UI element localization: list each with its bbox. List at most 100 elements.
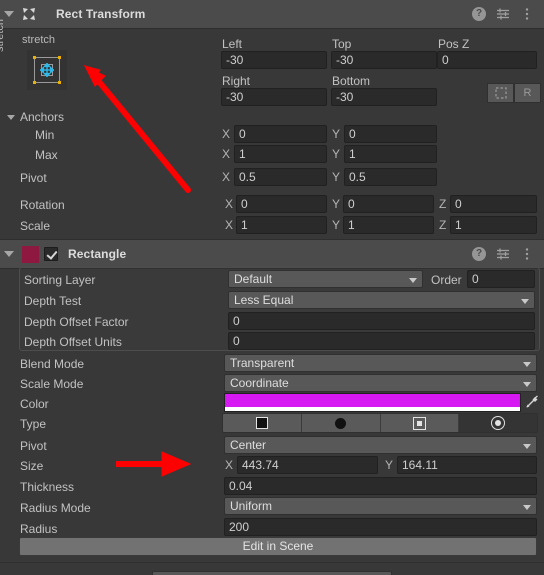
chevron-down-icon [7, 114, 15, 120]
top-label: Top [332, 37, 352, 51]
kebab-menu-icon[interactable] [520, 247, 534, 261]
pivot-x-input[interactable]: 0.5 [234, 168, 327, 186]
anchor-max-y-axis-label: Y [332, 147, 341, 161]
eyedropper-icon[interactable] [524, 394, 540, 410]
scale-y-axis-label: Y [332, 218, 341, 232]
preset-icon[interactable] [496, 7, 510, 21]
anchor-preset-vertical-label: stretch [0, 18, 6, 52]
anchor-min-x-input[interactable]: 0 [234, 125, 327, 143]
anchor-max-label: Max [35, 148, 58, 162]
depth-test-dropdown[interactable]: Less Equal [228, 291, 535, 309]
rectangle-component-icon [22, 245, 39, 263]
pivot-x-axis-label: X [222, 170, 231, 184]
type-option-circle-ring[interactable] [459, 414, 537, 432]
edit-in-scene-button[interactable]: Edit in Scene [19, 537, 537, 556]
color-swatch [225, 394, 520, 407]
bottom-input[interactable]: -30 [331, 88, 437, 106]
rotation-label: Rotation [20, 198, 65, 212]
anchor-corner-handle [33, 56, 36, 59]
size-y-input[interactable]: 164.11 [397, 456, 537, 474]
rect-transform-icon [20, 5, 38, 23]
blend-mode-dropdown[interactable]: Transparent [224, 354, 537, 372]
raw-edit-mode-button[interactable]: R [514, 83, 541, 103]
rect-transform-header[interactable]: Rect Transform ? [0, 0, 544, 29]
color-swatch-field[interactable] [224, 393, 521, 412]
sorting-layer-dropdown[interactable]: Default [228, 270, 423, 288]
scale-mode-dropdown[interactable]: Coordinate [224, 374, 537, 392]
stretch-arrows-icon [39, 62, 55, 78]
scale-z-input[interactable]: 1 [450, 216, 537, 234]
chevron-down-icon [4, 11, 14, 17]
rotation-x-axis-label: X [225, 197, 234, 211]
type-segmented-control[interactable] [222, 413, 538, 433]
shape-pivot-dropdown[interactable]: Center [224, 436, 537, 454]
anchor-max-y-input[interactable]: 1 [344, 145, 437, 163]
order-input[interactable]: 0 [467, 270, 535, 288]
scale-y-input[interactable]: 1 [343, 216, 434, 234]
rectangle-enabled-checkbox[interactable] [44, 247, 58, 261]
radius-input[interactable]: 200 [224, 518, 537, 536]
chevron-down-icon [523, 362, 531, 367]
type-option-square-ring[interactable] [380, 414, 460, 432]
scale-mode-value: Coordinate [230, 376, 289, 390]
left-input[interactable]: -30 [221, 51, 327, 69]
chevron-down-icon [523, 444, 531, 449]
right-input[interactable]: -30 [221, 88, 327, 106]
order-label: Order [431, 273, 462, 287]
pivot-y-axis-label: Y [332, 170, 341, 184]
circle-filled-icon [334, 416, 348, 430]
size-y-axis-label: Y [385, 458, 394, 472]
rotation-y-input[interactable]: 0 [343, 195, 434, 213]
bottom-divider [0, 562, 544, 563]
rotation-y-axis-label: Y [332, 197, 341, 211]
type-label: Type [20, 417, 47, 431]
kebab-menu-icon[interactable] [520, 7, 534, 21]
depth-offset-factor-input[interactable]: 0 [228, 312, 535, 330]
rectangle-header[interactable]: Rectangle ? [0, 240, 544, 269]
preset-icon[interactable] [496, 247, 510, 261]
rectangle-foldout-toggle[interactable] [0, 240, 18, 269]
square-ring-icon [412, 416, 426, 430]
color-alpha-bar [225, 407, 520, 411]
anchor-min-label: Min [35, 128, 55, 142]
chevron-down-icon [523, 382, 531, 387]
help-icon[interactable]: ? [472, 7, 486, 21]
anchor-preset-horizontal-label: stretch [22, 34, 56, 46]
size-x-input[interactable]: 443.74 [237, 456, 378, 474]
blend-mode-value: Transparent [230, 356, 295, 370]
anchors-foldout-toggle[interactable] [7, 110, 19, 124]
type-option-square-filled[interactable] [223, 414, 302, 432]
blend-mode-label: Blend Mode [20, 357, 85, 371]
chevron-down-icon [409, 278, 417, 283]
chevron-down-icon [523, 505, 531, 510]
anchor-max-x-input[interactable]: 1 [234, 145, 327, 163]
rotation-z-input[interactable]: 0 [450, 195, 537, 213]
top-input[interactable]: -30 [331, 51, 437, 69]
scale-x-input[interactable]: 1 [236, 216, 327, 234]
circle-ring-icon [491, 416, 506, 430]
radius-label: Radius [20, 522, 58, 536]
depth-offset-units-label: Depth Offset Units [24, 335, 122, 349]
type-option-circle-filled[interactable] [301, 414, 381, 432]
pos-z-label: Pos Z [438, 37, 470, 51]
help-icon[interactable]: ? [472, 247, 486, 261]
blueprint-mode-button[interactable] [487, 83, 514, 103]
anchor-min-y-input[interactable]: 0 [344, 125, 437, 143]
pos-z-input[interactable]: 0 [437, 51, 537, 69]
rotation-x-input[interactable]: 0 [236, 195, 327, 213]
bottom-label: Bottom [332, 74, 371, 88]
thickness-label: Thickness [20, 480, 75, 494]
anchor-min-y-axis-label: Y [332, 127, 341, 141]
size-x-axis-label: X [225, 458, 234, 472]
chevron-down-icon [521, 299, 529, 304]
add-component-button[interactable] [152, 571, 392, 575]
sorting-layer-value: Default [234, 272, 273, 286]
radius-mode-dropdown[interactable]: Uniform [224, 497, 537, 515]
depth-offset-units-input[interactable]: 0 [228, 332, 535, 350]
thickness-input[interactable]: 0.04 [224, 477, 537, 495]
anchor-preset-button[interactable] [27, 50, 67, 90]
depth-test-value: Less Equal [234, 293, 294, 307]
pivot-y-input[interactable]: 0.5 [344, 168, 437, 186]
shape-pivot-label: Pivot [20, 439, 47, 453]
rotation-z-axis-label: Z [439, 197, 447, 211]
